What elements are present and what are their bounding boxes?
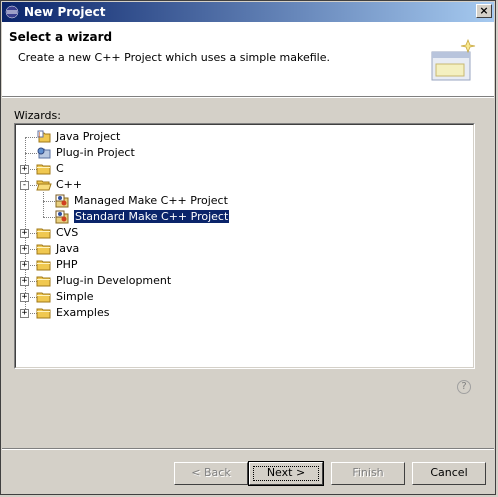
header-divider <box>2 97 494 98</box>
page-description: Create a new C++ Project which uses a si… <box>18 51 330 64</box>
tree-item-label: C <box>56 162 64 175</box>
tree-item-label: C++ <box>56 178 83 191</box>
tree-item-label: Examples <box>56 306 110 319</box>
tree-item-label: CVS <box>56 226 79 239</box>
tree-item-label: PHP <box>56 258 78 271</box>
tree-item-label: Plug-in Development <box>56 274 172 287</box>
expand-icon[interactable]: + <box>20 277 29 286</box>
wizards-tree[interactable]: J Java Project Plug-in Project + C - C++ Manage… <box>14 123 475 369</box>
tree-item[interactable]: + Simple <box>16 289 456 305</box>
close-button[interactable]: × <box>476 4 492 18</box>
button-bar-divider <box>2 448 494 450</box>
folder-icon <box>36 226 52 240</box>
tree-item-label: Java Project <box>56 130 121 143</box>
expand-icon[interactable]: + <box>20 165 29 174</box>
collapse-icon[interactable]: - <box>20 181 29 190</box>
tree-item-label: Simple <box>56 290 94 303</box>
title-bar[interactable]: New Project × <box>2 2 494 22</box>
tree-item[interactable]: + CVS <box>16 225 456 241</box>
wizards-tree-viewport: J Java Project Plug-in Project + C - C++ Manage… <box>15 124 474 368</box>
close-icon: × <box>479 4 489 17</box>
tree-item-label: Standard Make C++ Project <box>72 209 231 224</box>
focus-ring <box>253 466 319 481</box>
tree-item[interactable]: + C <box>16 161 456 177</box>
tree-item[interactable]: Standard Make C++ Project <box>16 209 456 225</box>
folder-icon <box>36 306 52 320</box>
folder-icon <box>36 242 52 256</box>
expand-icon[interactable]: + <box>20 229 29 238</box>
svg-text:J: J <box>38 132 40 138</box>
tree-item-label: Java <box>56 242 80 255</box>
tree-item-label: Managed Make C++ Project <box>74 194 228 207</box>
page-title: Select a wizard <box>9 30 113 44</box>
expand-icon[interactable]: + <box>20 245 29 254</box>
tree-item-label: Plug-in Project <box>56 146 135 159</box>
cancel-button[interactable]: Cancel <box>412 462 486 485</box>
expand-icon[interactable]: + <box>20 293 29 302</box>
tree-item[interactable]: + Java <box>16 241 456 257</box>
folder-icon <box>36 162 52 176</box>
folder-icon <box>36 258 52 272</box>
new-wizard-banner-icon <box>431 38 476 81</box>
help-icon[interactable]: ? <box>457 380 471 394</box>
back-button[interactable]: < Back <box>174 462 248 485</box>
wizard-header: Select a wizard Create a new C++ Project… <box>2 22 494 97</box>
finish-button[interactable]: Finish <box>331 462 405 485</box>
expand-icon[interactable]: + <box>20 309 29 318</box>
folder-open-icon <box>36 178 52 192</box>
tree-item[interactable]: - C++ <box>16 177 456 193</box>
cpp-project-icon <box>54 210 70 224</box>
tree-item[interactable]: + Examples <box>16 305 456 321</box>
wizards-label: Wizards: <box>14 109 61 122</box>
tree-item[interactable]: Managed Make C++ Project <box>16 193 456 209</box>
expand-icon[interactable]: + <box>20 261 29 270</box>
folder-icon <box>36 290 52 304</box>
tree-item[interactable]: Plug-in Project <box>16 145 456 161</box>
eclipse-icon <box>5 5 19 19</box>
tree-item[interactable]: J Java Project <box>16 129 456 145</box>
next-button[interactable]: Next > <box>248 461 324 486</box>
new-project-dialog: New Project × Select a wizard Create a n… <box>0 0 496 495</box>
tree-item[interactable]: + PHP <box>16 257 456 273</box>
cpp-project-icon <box>54 194 70 208</box>
window-title: New Project <box>24 5 106 19</box>
folder-icon <box>36 274 52 288</box>
plugin-project-icon <box>36 146 52 160</box>
java-project-icon: J <box>36 130 52 144</box>
tree-item[interactable]: + Plug-in Development <box>16 273 456 289</box>
